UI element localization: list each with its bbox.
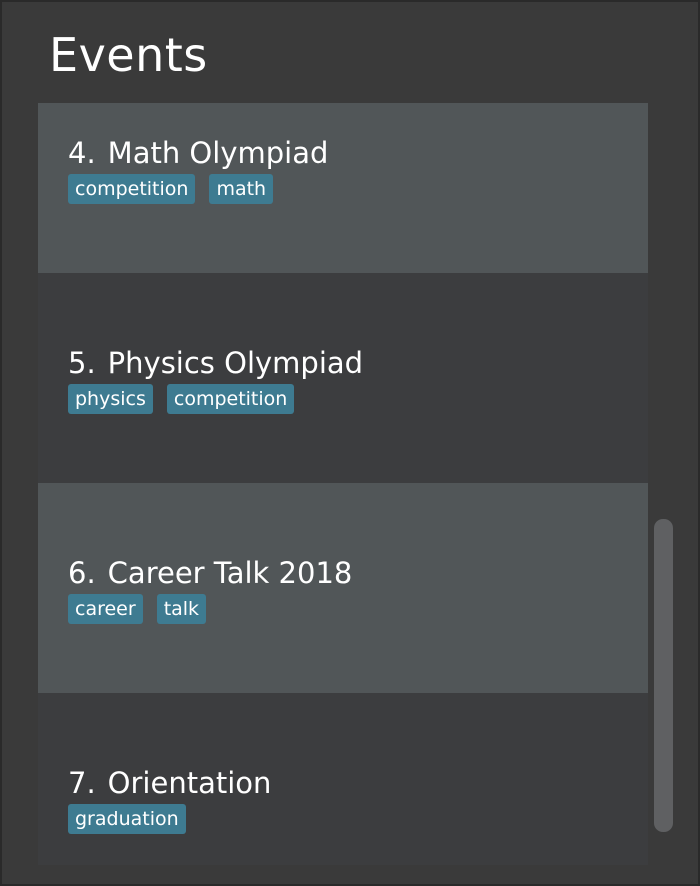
event-header: 7. Orientation: [68, 769, 271, 798]
tag-label: math: [209, 174, 274, 204]
event-list[interactable]: 4. Math Olympiad competition math 5. Physi…: [38, 103, 648, 865]
event-name: Math Olympiad: [107, 136, 329, 170]
event-index: 7.: [68, 766, 96, 800]
event-card[interactable]: 7. Orientation graduation: [38, 693, 648, 865]
tag-label: competition: [166, 384, 295, 414]
panel-title: Events: [49, 28, 208, 82]
event-card[interactable]: 6. Career Talk 2018 career talk: [38, 483, 648, 693]
event-index: 5.: [68, 346, 96, 380]
event-tags: career talk: [68, 594, 207, 624]
tag-label: career: [68, 594, 143, 624]
tag-label: graduation: [68, 804, 186, 834]
event-name: Physics Olympiad: [107, 346, 364, 380]
event-tags: graduation: [68, 804, 186, 834]
event-header: 6. Career Talk 2018: [68, 559, 352, 588]
event-name: Orientation: [107, 766, 272, 800]
events-panel: Events 4. Math Olympiad competition math …: [0, 0, 700, 886]
tag-label: competition: [68, 174, 196, 204]
event-index: 6.: [68, 556, 96, 590]
event-header: 4. Math Olympiad: [68, 139, 328, 168]
tag-label: talk: [156, 594, 207, 624]
event-tags: competition math: [68, 174, 274, 204]
tag-label: physics: [68, 384, 153, 414]
event-name: Career Talk 2018: [107, 556, 353, 590]
scrollbar-thumb[interactable]: [654, 519, 673, 832]
event-tags: physics competition: [68, 384, 295, 414]
event-card[interactable]: 5. Physics Olympiad physics competition: [38, 273, 648, 483]
event-index: 4.: [68, 136, 96, 170]
event-header: 5. Physics Olympiad: [68, 349, 363, 378]
